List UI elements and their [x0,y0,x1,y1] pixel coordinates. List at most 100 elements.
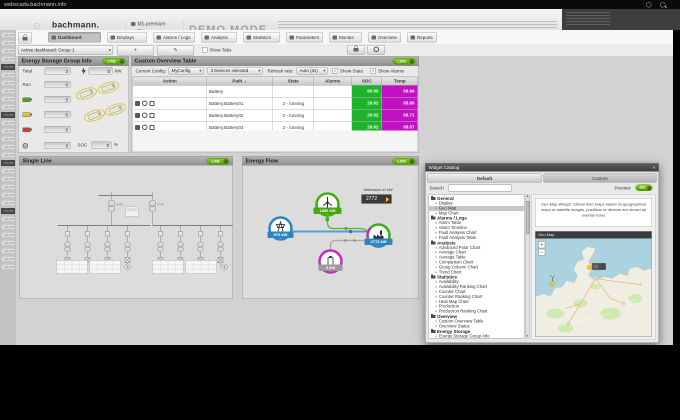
user-lock-button[interactable] [18,32,32,44]
single-line-diagram: kVA kVA [19,165,233,299]
statistics-icon [246,35,251,40]
table-row: Battery.Battery02 2 - running 20.02 58.71 [132,109,418,122]
map-zoom-out-button[interactable]: − [538,248,546,256]
edit-dashboard-button[interactable]: ✎ [157,45,194,56]
live-toggle[interactable]: LIVE [392,57,416,65]
item-bullet-icon: » [435,318,438,324]
cropped-widget-row [1,232,15,238]
feeder-table [152,260,184,274]
brand-logo: bachmann. [52,20,100,30]
active-dashboard-select[interactable]: Active dashboard: Group 1 [18,45,113,55]
column-alarms[interactable]: Alarms [313,76,352,86]
tie-widget[interactable] [125,206,139,217]
column-temp[interactable]: Temp [381,76,418,86]
device-icon[interactable] [135,124,140,130]
config-select[interactable]: MyConfig [168,67,204,75]
open-display-icon[interactable] [149,124,155,130]
tab-label: Reports [417,34,433,40]
open-display-icon[interactable] [149,100,155,106]
folder-icon [431,313,436,318]
scroll-down-icon[interactable]: ▼ [526,335,530,338]
battery-cluster-graphic [75,81,127,122]
counter-value: 3 [44,67,71,75]
device-icon[interactable] [135,112,140,118]
parameters-icon[interactable] [142,124,148,131]
column-soc[interactable]: SOC [351,76,382,86]
gauge-label: Verbrauch in kW [363,187,393,193]
table-empty-area [132,130,418,152]
folder-icon [431,274,436,279]
devices-select[interactable]: 3 Devices selected [207,67,263,75]
cropped-widget-row [1,192,15,198]
show-tabs-checkbox[interactable]: Show Tabs [202,47,231,53]
tab-label: Overview [378,34,397,40]
single-line-panel: Single Line LIVE kVA kVA [19,156,233,299]
scroll-thumb[interactable] [526,201,530,234]
live-toggle[interactable]: LIVE [206,157,230,165]
cropped-widget-row [1,96,15,102]
live-toggle[interactable]: LIVE [102,57,126,65]
screen-edge [673,30,680,345]
expand-right-button[interactable] [221,263,228,271]
tab-dashboard[interactable]: Dashboard [48,32,101,43]
panel-settings-button[interactable] [367,45,385,55]
item-bullet-icon: » [435,255,438,260]
refresh-select[interactable]: Auto (3s) [296,67,328,75]
nav-tabs: Dashboard Displays Alarms / Logs Analysis St… [48,32,437,43]
item-bullet-icon: » [435,333,438,339]
battery-yellow-icon [22,112,32,117]
open-display-icon[interactable] [149,112,155,118]
parameters-icon[interactable] [142,100,148,107]
panel-title: Energy Flow [245,158,279,164]
tab-overview[interactable]: Overview [368,32,401,43]
live-toggle[interactable]: LIVE [392,157,416,165]
cell-state: 2 - running [272,97,314,110]
geo-map-graphic: + − [535,238,652,337]
tab-reports[interactable]: Reports [407,32,437,43]
map-zoom-in-button[interactable]: + [538,241,546,249]
svg-text:+: + [540,243,543,249]
power-unit: kW [115,68,122,74]
edit-icon: ✎ [173,47,178,54]
sort-asc-icon: ▲ [243,80,248,84]
tab-displays[interactable]: Displays [107,32,147,43]
tab-parameters[interactable]: Parameters [286,32,323,43]
parameters-icon[interactable] [142,112,148,119]
item-bullet-icon: » [435,235,438,240]
tab-custom[interactable]: Custom [543,173,657,183]
counter-row-state-green: 0 [22,96,71,104]
item-bullet-icon: » [435,225,438,231]
device-icon[interactable] [135,100,140,106]
dialog-titlebar[interactable]: Widget Catalog × [425,163,659,172]
consumer-node[interactable] [363,220,394,251]
tab-alarms-logs[interactable]: Alarms / Logs [153,32,195,43]
tab-statistics[interactable]: Statistics [243,32,280,43]
feeder-table [185,260,217,274]
column-action[interactable]: Action [132,76,207,86]
panel-lock-button[interactable] [347,45,365,55]
widget-search-input[interactable] [448,184,512,192]
column-path[interactable]: Path ▲ [206,76,273,86]
column-state[interactable]: State [272,76,314,86]
key-icon[interactable] [646,2,652,8]
scroll-up-icon[interactable]: ▲ [526,195,530,198]
search-icon[interactable] [660,2,666,8]
item-bullet-icon: » [435,264,438,270]
cropped-widget-row [1,120,15,126]
expand-left-button[interactable] [124,263,131,271]
checkbox-icon [202,47,208,53]
tab-monitor[interactable]: Monitor [329,32,362,43]
panel-header: Custom Overview Table LIVE [131,56,419,66]
tab-analysis[interactable]: Analysis [201,32,237,43]
screen-edge [0,345,680,420]
tab-default[interactable]: Default [427,173,542,183]
item-label: Map Chart [438,210,459,216]
preview-toggle[interactable]: ON [635,184,653,191]
show-alarms-checkbox[interactable]: ✓ Show Alarms [370,68,404,74]
preview-pane: Geo Map Widget: Shows tiled maps based o… [531,194,656,340]
show-state-checkbox[interactable]: ✓ Show State [332,68,363,74]
add-dashboard-button[interactable]: + [117,45,154,56]
tree-scrollbar[interactable]: ▲ ▼ [525,194,530,339]
tree-item-energy-storage-group-info[interactable]: » Energy Storage Group Info [429,333,524,339]
close-button[interactable]: × [653,164,656,172]
